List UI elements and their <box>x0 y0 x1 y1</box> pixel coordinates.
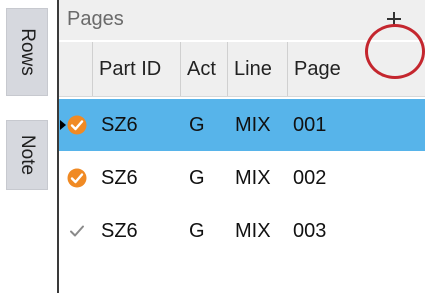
column-header-line-label: Line <box>234 58 272 80</box>
panel-header: Pages <box>59 0 425 40</box>
pages-panel: Pages Part ID Act Line Page SZ6 G MIX 00… <box>59 0 425 293</box>
column-header-row: Part ID Act Line Page <box>59 42 425 97</box>
table-row[interactable]: SZ6 G MIX 002 <box>59 152 425 204</box>
cell-line: MIX <box>235 167 271 189</box>
current-row-pointer-icon <box>60 120 66 130</box>
orange-check-circle-icon <box>67 168 87 188</box>
column-header-act[interactable]: Act <box>181 42 228 96</box>
column-header-page-label: Page <box>294 58 341 80</box>
add-icon[interactable] <box>385 10 403 28</box>
cell-line: MIX <box>235 114 271 136</box>
cell-page: 003 <box>293 220 327 242</box>
tab-note[interactable]: Note <box>6 120 48 190</box>
column-header-line[interactable]: Line <box>228 42 288 96</box>
table-row[interactable]: SZ6 G MIX 001 <box>59 99 425 151</box>
cell-page: 001 <box>293 114 327 136</box>
tab-rows[interactable]: Rows <box>6 8 48 96</box>
cell-line: MIX <box>235 220 271 242</box>
table-row[interactable]: SZ6 G MIX 003 <box>59 205 425 257</box>
pages-window: Rows Note Pages Part ID Act Line Page SZ… <box>0 0 425 293</box>
cell-page: 002 <box>293 167 327 189</box>
cell-part-id: SZ6 <box>101 220 138 242</box>
cell-part-id: SZ6 <box>101 167 138 189</box>
orange-check-circle-icon <box>67 115 87 135</box>
side-tab-strip: Rows Note <box>0 0 59 293</box>
cell-act: G <box>189 220 205 242</box>
column-header-act-label: Act <box>187 58 216 80</box>
column-header-part-id[interactable]: Part ID <box>93 42 181 96</box>
column-header-part-id-label: Part ID <box>99 58 162 80</box>
row-selector-header <box>59 42 93 96</box>
cell-act: G <box>189 114 205 136</box>
gray-checkmark-icon <box>70 225 84 237</box>
column-header-page[interactable]: Page <box>288 42 425 96</box>
cell-act: G <box>189 167 205 189</box>
panel-title: Pages <box>67 8 124 30</box>
tab-rows-label: Rows <box>17 28 38 76</box>
tab-note-label: Note <box>17 134 38 176</box>
cell-part-id: SZ6 <box>101 114 138 136</box>
